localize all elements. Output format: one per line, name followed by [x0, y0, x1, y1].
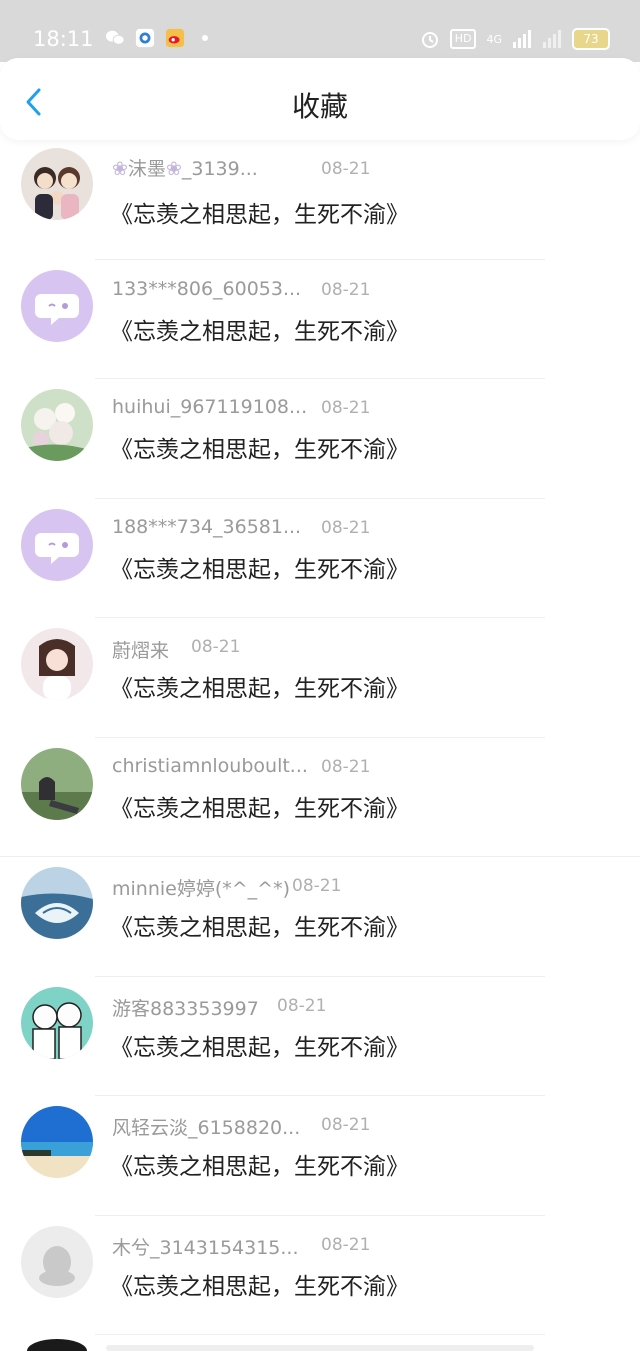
avatar[interactable] — [21, 389, 93, 461]
page-title: 收藏 — [291, 90, 348, 123]
username-main: 沫墨 — [127, 158, 166, 180]
network-type-label: 4G — [486, 32, 502, 46]
signal-strength-secondary-icon — [542, 29, 562, 49]
weibo-icon — [165, 28, 185, 48]
avatar[interactable] — [21, 1106, 93, 1178]
username-suffix: _3139... — [181, 158, 258, 180]
date: 08-21 — [321, 517, 371, 538]
avatar[interactable] — [21, 148, 93, 220]
battery-icon: 73 — [572, 28, 610, 50]
flower-decoration-icon: ❀ — [165, 158, 182, 180]
avatar[interactable] — [21, 628, 93, 700]
story-title[interactable]: 《忘羡之相思起，生死不渝》 — [110, 1147, 409, 1181]
date: 08-21 — [321, 1234, 371, 1255]
status-time: 18:11 — [33, 27, 94, 51]
story-title[interactable]: 《忘羡之相思起，生死不渝》 — [110, 1267, 409, 1301]
flower-decoration-icon: ❀ — [112, 158, 128, 180]
next-list-item-partial — [0, 1335, 640, 1355]
date: 08-21 — [191, 637, 241, 657]
favorites-list: ❀沫墨❀_3139... 08-21 《忘羡之相思起，生死不渝》 133***8… — [0, 140, 640, 1335]
alarm-icon — [420, 29, 440, 49]
story-title[interactable]: 《忘羡之相思起，生死不渝》 — [110, 312, 409, 346]
username: 蔚熠来 — [112, 640, 170, 662]
status-bar: 18:11 HD 4G 73 — [0, 0, 640, 62]
story-title[interactable]: 《忘羡之相思起，生死不渝》 — [110, 550, 409, 584]
username: ❀沫墨❀_3139... — [112, 154, 258, 181]
username: 风轻云淡_6158820... — [112, 1117, 301, 1139]
list-item[interactable]: 133***806_60053... 08-21 《忘羡之相思起，生死不渝》 — [0, 260, 640, 379]
signal-strength-icon — [512, 29, 532, 49]
status-notification-icons — [105, 28, 215, 48]
date: 08-21 — [321, 159, 371, 179]
story-title[interactable]: 《忘羡之相思起，生死不渝》 — [110, 430, 409, 464]
list-item[interactable]: 188***734_36581... 08-21 《忘羡之相思起，生死不渝》 — [0, 499, 640, 618]
story-title[interactable]: 《忘羡之相思起，生死不渝》 — [110, 669, 409, 703]
navigation-header: 收藏 — [0, 58, 640, 140]
avatar[interactable] — [21, 867, 93, 939]
list-item[interactable]: 风轻云淡_6158820... 08-21 《忘羡之相思起，生死不渝》 — [0, 1096, 640, 1216]
avatar[interactable] — [21, 1225, 93, 1298]
avatar[interactable] — [21, 986, 93, 1059]
list-item[interactable]: ❀沫墨❀_3139... 08-21 《忘羡之相思起，生死不渝》 — [0, 140, 640, 260]
avatar[interactable] — [21, 508, 93, 581]
username: 133***806_60053... — [112, 277, 302, 300]
username: 木兮_3143154315... — [112, 1236, 299, 1259]
list-item[interactable]: minnie婷婷(*^_^*) 08-21 《忘羡之相思起，生死不渝》 — [0, 857, 640, 977]
list-item[interactable]: 木兮_3143154315... 08-21 《忘羡之相思起，生死不渝》 — [0, 1216, 640, 1335]
wechat-icon — [105, 28, 125, 48]
list-item[interactable]: 游客883353997 08-21 《忘羡之相思起，生死不渝》 — [0, 977, 640, 1096]
username: christiamnlouboult... — [112, 754, 308, 777]
more-notifications-dot-icon — [195, 28, 215, 48]
username: huihui_967119108... — [112, 396, 308, 418]
status-system-icons: HD 4G 73 — [420, 28, 610, 50]
list-item[interactable]: huihui_967119108... 08-21 《忘羡之相思起，生死不渝》 — [0, 379, 640, 499]
hd-voice-icon: HD — [449, 29, 477, 49]
date: 08-21 — [277, 995, 327, 1016]
username: 游客883353997 — [112, 997, 259, 1020]
date: 08-21 — [321, 1115, 371, 1135]
story-title[interactable]: 《忘羡之相思起，生死不渝》 — [110, 1028, 409, 1062]
avatar[interactable] — [21, 747, 93, 820]
date: 08-21 — [321, 756, 371, 777]
avatar[interactable] — [21, 269, 93, 342]
username: minnie婷婷(*^_^*) — [112, 878, 291, 900]
date: 08-21 — [321, 398, 371, 418]
list-item[interactable]: christiamnlouboult... 08-21 《忘羡之相思起，生死不渝… — [0, 738, 640, 857]
date: 08-21 — [292, 876, 342, 896]
list-item[interactable]: 蔚熠来 08-21 《忘羡之相思起，生死不渝》 — [0, 618, 640, 738]
story-title[interactable]: 《忘羡之相思起，生死不渝》 — [110, 195, 409, 229]
browser-app-icon — [135, 28, 155, 48]
username: 188***734_36581... — [112, 515, 302, 538]
battery-level: 73 — [583, 32, 599, 46]
date: 08-21 — [321, 279, 371, 300]
story-title[interactable]: 《忘羡之相思起，生死不渝》 — [110, 908, 409, 942]
story-title[interactable]: 《忘羡之相思起，生死不渝》 — [110, 789, 409, 823]
